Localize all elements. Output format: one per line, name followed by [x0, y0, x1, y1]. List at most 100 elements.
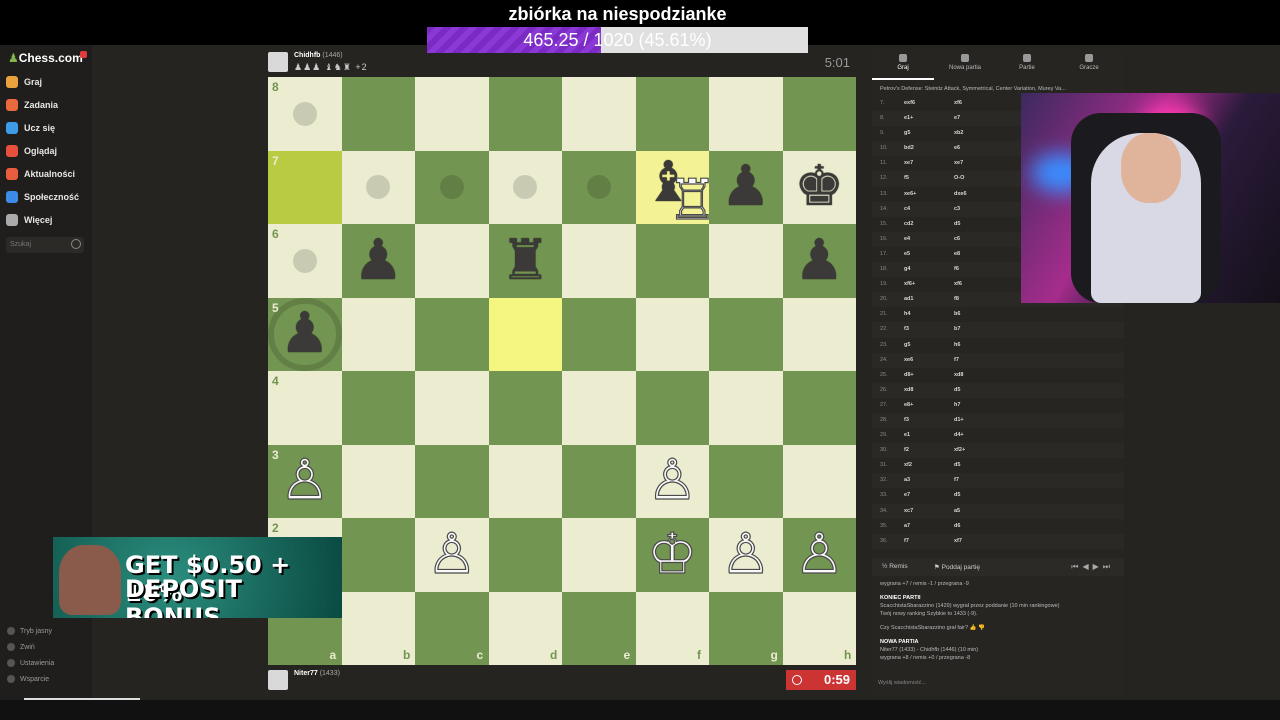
square-e4[interactable] [562, 371, 636, 445]
white-piece-a3[interactable]: ♙ [268, 445, 342, 519]
white-move[interactable]: xf6+ [904, 281, 915, 287]
square-e2[interactable] [562, 518, 636, 592]
square-b4[interactable] [341, 371, 415, 445]
square-g8[interactable] [709, 77, 783, 151]
white-move[interactable]: xd8 [904, 387, 913, 393]
white-piece-h2[interactable]: ♙ [783, 518, 857, 592]
white-move[interactable]: e1+ [904, 115, 913, 121]
square-b2[interactable] [341, 518, 415, 592]
black-piece-h7[interactable]: ♚ [783, 151, 857, 225]
square-g5[interactable] [709, 297, 783, 371]
sidebar-bottom-item[interactable]: Tryb jasny [7, 627, 52, 635]
white-move[interactable]: f3 [904, 417, 909, 423]
white-move[interactable]: ad1 [904, 296, 913, 302]
tab-3[interactable]: Gracze [1058, 54, 1120, 80]
square-d2[interactable] [488, 518, 562, 592]
ad-banner[interactable]: GET $0.50 + 10% DEPOSIT BONUS [53, 537, 342, 618]
square-h4[interactable] [782, 371, 856, 445]
sidebar-item-4[interactable]: Aktualności [6, 165, 75, 183]
square-c5[interactable] [415, 297, 489, 371]
square-b5[interactable] [341, 297, 415, 371]
black-move[interactable]: xf6 [954, 100, 962, 106]
black-move[interactable]: xb2 [954, 130, 963, 136]
move-hint-dot[interactable] [439, 175, 464, 200]
black-piece-a5[interactable]: ♟ [268, 298, 342, 372]
chess-board[interactable]: 87654321abcdefgh♝♖♟♚♟♜♟♟♙♙♙♔♙♙ [268, 77, 856, 665]
white-move[interactable]: xe6+ [904, 191, 916, 197]
white-move[interactable]: a7 [904, 523, 910, 529]
square-h8[interactable] [782, 77, 856, 151]
square-f8[interactable] [635, 77, 709, 151]
square-g4[interactable] [709, 371, 783, 445]
black-move[interactable]: c3 [954, 206, 960, 212]
opponent-avatar[interactable] [268, 52, 288, 72]
square-b3[interactable] [341, 444, 415, 518]
white-move[interactable]: g4 [904, 266, 910, 272]
black-move[interactable]: c6 [954, 236, 960, 242]
white-move[interactable]: f7 [904, 538, 909, 544]
black-move[interactable]: b6 [954, 311, 960, 317]
square-e3[interactable] [562, 444, 636, 518]
square-d8[interactable] [488, 77, 562, 151]
white-move[interactable]: e8+ [904, 402, 913, 408]
black-move[interactable]: h6 [954, 342, 960, 348]
black-move[interactable]: d5 [954, 387, 960, 393]
player-avatar[interactable] [268, 670, 288, 690]
white-move[interactable]: a3 [904, 477, 910, 483]
resign-button[interactable]: ⚑ Poddaj partię [934, 563, 980, 571]
white-move[interactable]: bd2 [904, 145, 914, 151]
black-move[interactable]: d5 [954, 221, 960, 227]
sidebar-item-0[interactable]: Graj [6, 73, 42, 91]
square-c8[interactable] [415, 77, 489, 151]
black-move[interactable]: e7 [954, 115, 960, 121]
black-piece-d6[interactable]: ♜ [489, 224, 563, 298]
sidebar-item-2[interactable]: Ucz się [6, 119, 55, 137]
black-move[interactable]: xf6 [954, 281, 962, 287]
square-h5[interactable] [782, 297, 856, 371]
black-piece-h6[interactable]: ♟ [783, 224, 857, 298]
white-move[interactable]: f2 [904, 447, 909, 453]
square-e8[interactable] [562, 77, 636, 151]
square-h3[interactable] [782, 444, 856, 518]
black-move[interactable]: xe7 [954, 160, 963, 166]
move-hint-dot[interactable] [292, 101, 317, 126]
black-move[interactable]: d6 [954, 523, 960, 529]
thumbs-down-icon[interactable]: 👎 [978, 625, 985, 631]
square-c3[interactable] [415, 444, 489, 518]
white-move[interactable]: g5 [904, 130, 910, 136]
white-move[interactable]: g5 [904, 342, 910, 348]
black-move[interactable]: O-O [954, 175, 964, 181]
black-move[interactable]: d5 [954, 492, 960, 498]
black-move[interactable]: e8 [954, 251, 960, 257]
square-g3[interactable] [709, 444, 783, 518]
sidebar-item-1[interactable]: Zadania [6, 96, 58, 114]
tab-2[interactable]: Partie [996, 54, 1058, 80]
thumbs-up-icon[interactable]: 👍 [970, 625, 977, 631]
square-c4[interactable] [415, 371, 489, 445]
white-move[interactable]: d8+ [904, 372, 914, 378]
black-piece-b6[interactable]: ♟ [342, 224, 416, 298]
black-move[interactable]: d1+ [954, 417, 964, 423]
black-move[interactable]: f7 [954, 357, 959, 363]
sidebar-bottom-item[interactable]: Zwiń [7, 643, 35, 651]
sidebar-item-3[interactable]: Oglądaj [6, 142, 57, 160]
black-move[interactable]: e6 [954, 145, 960, 151]
white-move[interactable]: e4 [904, 236, 910, 242]
white-piece-c2[interactable]: ♙ [415, 518, 489, 592]
square-a7[interactable] [268, 150, 342, 224]
square-a4[interactable] [268, 371, 342, 445]
square-d3[interactable] [488, 444, 562, 518]
sidebar-bottom-item[interactable]: Wsparcie [7, 675, 49, 683]
player-name[interactable]: Niter77 (1433) [294, 670, 340, 677]
chat-input[interactable]: Wyślij wiadomość... [872, 676, 1124, 692]
white-move[interactable]: xf2 [904, 462, 912, 468]
black-move[interactable]: dxe6 [954, 191, 967, 197]
white-piece-f2[interactable]: ♔ [636, 518, 710, 592]
tab-1[interactable]: Nowa partia [934, 54, 996, 80]
black-move[interactable]: xf2+ [954, 447, 965, 453]
white-move[interactable]: h4 [904, 311, 910, 317]
square-c6[interactable] [415, 224, 489, 298]
white-move[interactable]: cd2 [904, 221, 913, 227]
black-move[interactable]: xd8 [954, 372, 963, 378]
white-piece-f3[interactable]: ♙ [636, 445, 710, 519]
